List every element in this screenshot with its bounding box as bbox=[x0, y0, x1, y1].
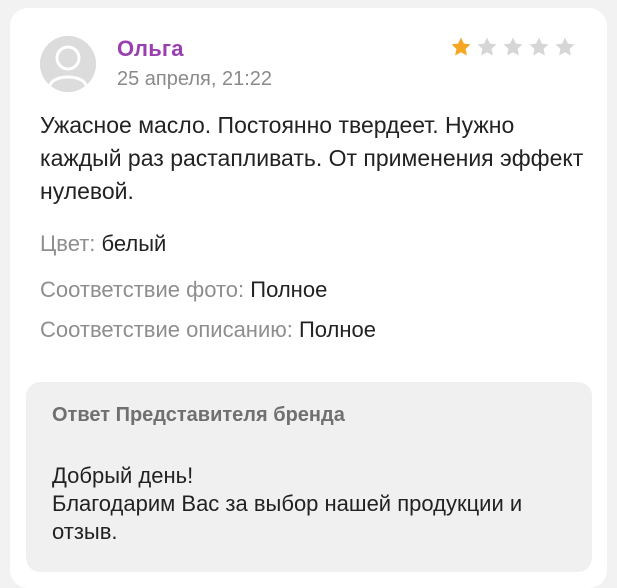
attribute-label: Соответствие фото: bbox=[40, 277, 245, 302]
review-author[interactable]: Ольга bbox=[117, 36, 184, 62]
brand-reply-line: Благодарим Вас за выбор нашей продукции … bbox=[52, 491, 523, 544]
brand-reply-text: Добрый день! Благодарим Вас за выбор наш… bbox=[52, 462, 572, 546]
user-avatar-icon bbox=[40, 36, 96, 92]
attribute-photo-match: Соответствие фото: Полное bbox=[40, 276, 327, 304]
avatar-silhouette-icon bbox=[40, 36, 96, 92]
attribute-description-match: Соответствие описанию: Полное bbox=[40, 316, 376, 344]
star-empty-icon bbox=[477, 37, 497, 56]
review-date: 25 апреля, 21:22 bbox=[117, 68, 272, 90]
attribute-value: белый bbox=[101, 231, 167, 256]
attribute-value: Полное bbox=[250, 277, 328, 302]
star-filled-icon bbox=[451, 37, 471, 56]
rating-stars bbox=[449, 35, 577, 59]
attribute-label: Цвет: bbox=[40, 231, 96, 256]
star-empty-icon bbox=[555, 37, 575, 56]
brand-reply-line: Добрый день! bbox=[52, 463, 194, 488]
attribute-label: Соответствие описанию: bbox=[40, 317, 293, 342]
brand-reply: Ответ Представителя бренда Добрый день! … bbox=[26, 382, 592, 572]
review-card: Ольга 25 апреля, 21:22 Ужасное масло. По… bbox=[10, 8, 607, 588]
brand-reply-title: Ответ Представителя бренда bbox=[52, 404, 345, 426]
star-empty-icon bbox=[503, 37, 523, 56]
star-empty-icon bbox=[529, 37, 549, 56]
review-text: Ужасное масло. Постоянно твердеет. Нужно… bbox=[40, 112, 584, 204]
attribute-color: Цвет: белый bbox=[40, 230, 166, 258]
attribute-value: Полное bbox=[298, 317, 377, 342]
